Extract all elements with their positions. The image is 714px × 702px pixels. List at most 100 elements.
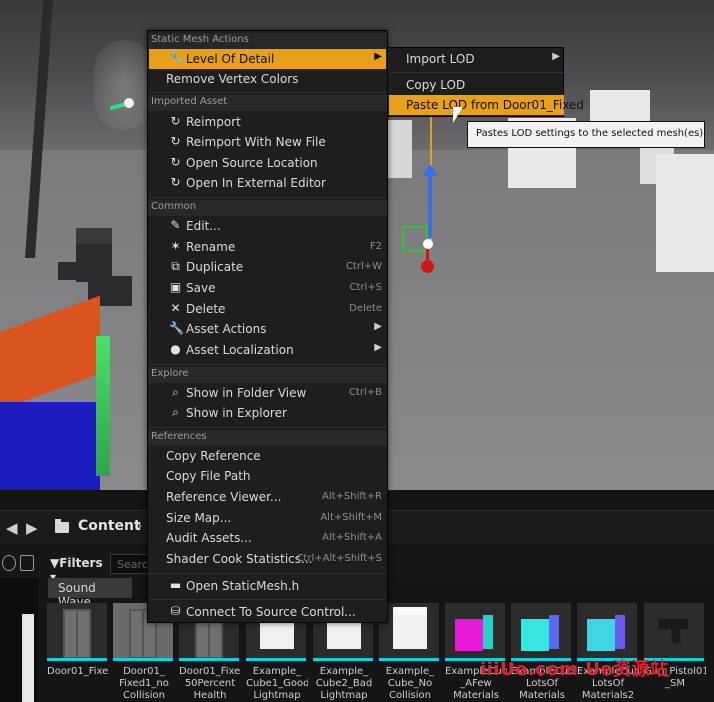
menu-item-reimport-new-file[interactable]: ↻ Reimport With New File [149,132,386,152]
point-light-icon[interactable] [109,98,136,114]
submenu-item-import-lod[interactable]: Import LOD ▶ [389,49,564,69]
filter-tag-sound-wave[interactable]: Sound Wave [48,578,132,609]
source-control-icon: ⛁ [170,604,181,618]
submenu-item-copy-lod[interactable]: Copy LOD [389,75,564,95]
asset-label: Example_ Cube_No Collision [385,666,435,701]
reimport-icon: ↻ [170,114,181,128]
menu-item-asset-localization[interactable]: ● Asset Localization ▶ [149,340,386,360]
asset-thumbnail [379,603,439,661]
asset-label: Door01_Fixed_ 50Percent Health [179,666,241,701]
breadcrumb-chevron-icon[interactable]: › [137,519,142,534]
light-glow [94,40,154,130]
submenu-arrow-icon: ▶ [374,51,382,62]
filters-label: Filters [59,556,103,570]
asset-label: Example_ Cube1_Good Lightmap [246,666,308,701]
globe-icon: ● [170,342,181,356]
gizmo-z-arrow-icon[interactable] [422,164,438,176]
section-header-imported-asset: Imported Asset [148,95,387,111]
menu-divider [149,197,386,198]
code-icon: ▬ [169,578,182,592]
menu-item-edit[interactable]: ✎ Edit... [149,216,386,236]
menu-item-open-source-location[interactable]: ↻ Open Source Location [149,153,386,173]
asset-tile[interactable]: ExampleCube _AFew Materials [445,603,507,702]
menu-item-show-in-explorer[interactable]: ⌕ Show in Explorer [149,403,386,423]
menu-item-open-external-editor[interactable]: ↻ Open In External Editor [149,173,386,193]
reimport-icon: ↻ [170,134,181,148]
menu-item-reimport[interactable]: ↻ Reimport [149,112,386,132]
submenu-arrow-icon: ▶ [374,342,382,353]
white-cube-4[interactable] [656,154,714,272]
gizmo-center[interactable] [423,239,433,249]
back-arrow-icon[interactable]: ◀ [6,519,18,537]
asset-tile[interactable]: Example_ Cube_No Collision [379,603,441,702]
menu-item-remove-vertex-colors[interactable]: Remove Vertex Colors [149,69,386,89]
duplicate-icon: ⧉ [171,259,180,273]
menu-item-copy-file-path[interactable]: Copy File Path [149,466,386,486]
asset-thumbnail [511,603,571,661]
menu-item-reference-viewer[interactable]: Reference Viewer... Alt+Shift+R [149,487,386,507]
asset-tile[interactable]: ExampleCube LotsOf Materials2 [577,603,639,702]
asset-thumbnail [445,603,505,661]
menu-divider [149,573,386,574]
menu-item-copy-reference[interactable]: Copy Reference [149,446,386,466]
menu-item-save[interactable]: ▣ Save Ctrl+S [149,278,386,298]
menu-item-rename[interactable]: ✶ Rename F2 [149,237,386,257]
content-folder-breadcrumb[interactable]: Content [78,518,141,534]
menu-item-duplicate[interactable]: ⧉ Duplicate Ctrl+W [149,257,386,277]
submenu-item-paste-lod[interactable]: Paste LOD from Door01_Fixed [389,95,584,115]
asset-tile[interactable]: Door01_Fixed [47,603,109,702]
submenu-arrow-icon: ▶ [552,51,560,62]
menu-divider [389,72,564,73]
menu-item-size-map[interactable]: Size Map... Alt+Shift+M [149,508,386,528]
rename-icon: ✶ [170,239,181,253]
paste-lod-tooltip: Pastes LOD settings to the selected mesh… [467,121,706,148]
search-icon: ⌕ [172,405,179,419]
menu-item-audit-assets[interactable]: Audit Assets... Alt+Shift+A [149,528,386,548]
colored-cube[interactable] [0,295,120,490]
menu-item-delete[interactable]: ✕ Delete Delete [149,299,386,319]
section-header-references: References [148,430,387,446]
scrollbar[interactable] [22,614,34,702]
asset-label: Door01_ Fixed1_no Collision [119,666,169,701]
asset-thumbnail [577,603,637,661]
section-header-common: Common [148,200,387,216]
section-header-explore: Explore [148,367,387,383]
menu-item-shader-cook-statistics[interactable]: Shader Cook Statistics... Ctrl+Alt+Shift… [149,549,386,569]
gizmo-z-axis[interactable] [428,172,432,238]
asset-label: Example_ Cube2_Bad Lightmap [315,666,373,701]
menu-divider [149,92,386,93]
asset-tile[interactable]: Gun_Pistol01 _SM [644,603,706,702]
menu-item-level-of-detail[interactable]: 🔧 Level Of Detail ▶ [149,49,386,69]
asset-tile[interactable]: ExampleCube LotsOf Materials [511,603,573,702]
menu-item-connect-source-control[interactable]: ⛁ Connect To Source Control... [149,602,386,622]
section-header-static-mesh-actions: Static Mesh Actions [148,33,387,49]
sources-panel-icon[interactable] [20,555,34,571]
reimport-icon: ↻ [170,175,181,189]
menu-item-show-in-folder-view[interactable]: ⌕ Show in Folder View Ctrl+B [149,383,386,403]
asset-context-menu: Static Mesh Actions 🔧 Level Of Detail ▶ … [147,30,388,623]
asset-thumbnail [644,603,704,661]
level-of-detail-submenu: Import LOD ▶ Copy LOD Paste LOD from Doo… [387,47,584,117]
watermark-text: iiiUe.com Ue资源站 [480,659,669,680]
delete-icon: ✕ [170,301,181,315]
gizmo-x-handle[interactable] [421,260,434,273]
menu-divider [149,599,386,600]
menu-divider [149,364,386,365]
menu-item-open-staticmesh-h[interactable]: ▬ Open StaticMesh.h [149,576,386,596]
mouse-cursor-icon [453,107,463,123]
filters-button[interactable]: ▼Filters ▾ [46,554,104,584]
white-cube-5[interactable] [388,120,412,178]
menu-divider [149,427,386,428]
asset-label: Door01_Fixed [47,666,109,677]
save-icon: ▣ [169,280,182,294]
search-icon[interactable] [2,555,16,571]
wrench-icon: 🔧 [169,51,184,65]
reimport-icon: ↻ [170,155,181,169]
search-icon: ⌕ [172,385,179,399]
white-cube-2[interactable] [590,90,650,124]
submenu-arrow-icon: ▶ [374,321,382,332]
wrench-icon: 🔧 [169,321,184,335]
menu-item-asset-actions[interactable]: 🔧 Asset Actions ▶ [149,319,386,339]
edit-icon: ✎ [170,218,181,232]
forward-arrow-icon[interactable]: ▶ [26,519,38,537]
